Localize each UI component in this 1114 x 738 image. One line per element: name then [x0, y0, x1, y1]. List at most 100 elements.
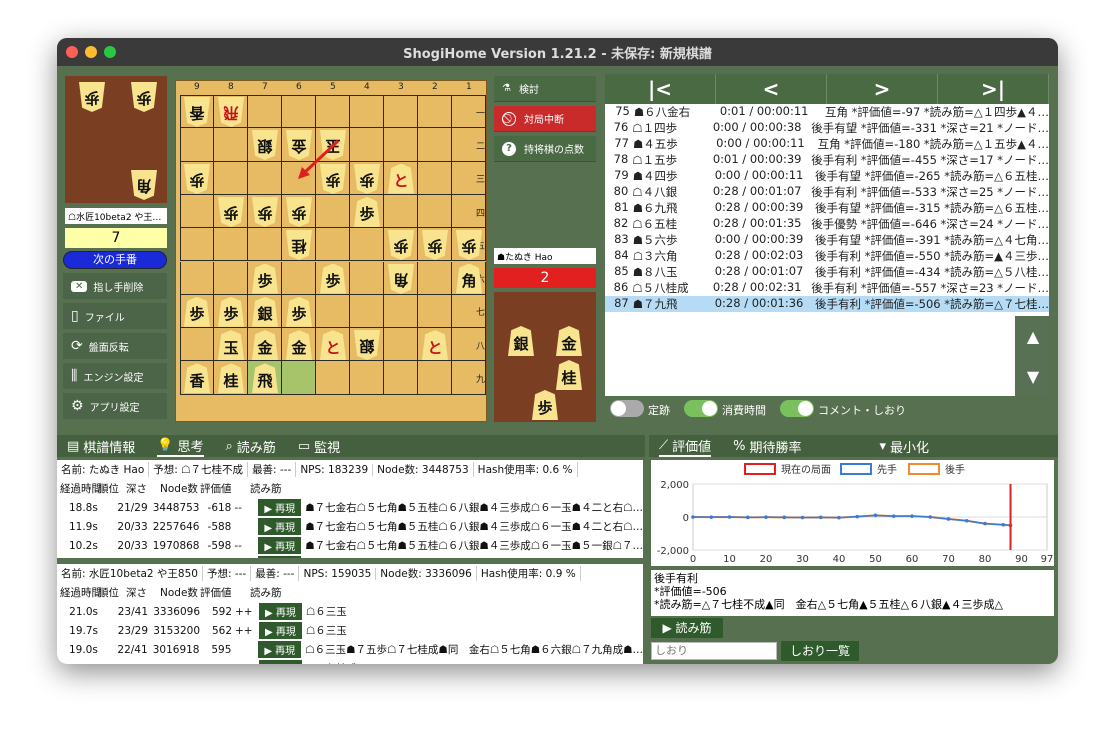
app-settings-button[interactable]: ⚙ アプリ設定: [63, 393, 167, 419]
replay-button[interactable]: ▶ 再現: [258, 537, 302, 554]
engine-cell: 20/33: [117, 520, 148, 533]
time-toggle[interactable]: [684, 400, 718, 417]
record-cell: 0:28 / 00:00:39: [714, 200, 804, 214]
record-row[interactable]: 76 ☖１四歩 0:00 / 00:00:38 後手有望 *評価値=-331 *深さ=…: [605, 120, 1049, 136]
scroll-down-button[interactable]: ▼: [1017, 358, 1049, 396]
record-cell: 互角 *評価値=-180 *読み筋=△１五歩▲４…: [817, 137, 1049, 151]
last-move-button[interactable]: >|: [938, 74, 1049, 104]
prev-move-button[interactable]: <: [716, 74, 827, 104]
tab-thinking[interactable]: 💡 思考: [157, 435, 204, 457]
close-window-button[interactable]: [66, 46, 78, 58]
comment-toggle-label: コメント・しおり: [818, 404, 906, 417]
replay-button[interactable]: ▶ 再現: [258, 499, 302, 516]
flip-board-button[interactable]: ⟳ 盤面反転: [63, 333, 167, 359]
record-row[interactable]: 79 ☗４四歩 0:00 / 00:00:11 後手有望 *評価値=-265 *読み筋…: [605, 168, 1049, 184]
replay-button[interactable]: ▶ 再現: [259, 622, 302, 639]
x-tick-label: 20: [760, 554, 773, 565]
record-row[interactable]: 81 ☗６九飛 0:28 / 00:00:39 後手有望 *評価値=-315 *読み筋…: [605, 200, 1049, 216]
replay-button[interactable]: ▶ 再現: [258, 518, 302, 535]
tab-label: 棋譜情報: [83, 440, 136, 456]
engine-pv-row: 11.9s 20/33 2257646 -588 ▶ 再現 ☗７七金右☖５七角☗５五桂☖６…: [57, 517, 643, 536]
record-row[interactable]: 87 ☗７九飛 0:28 / 00:01:36 後手有利 *評価値=-506 *読み筋…: [605, 296, 1049, 312]
record-row[interactable]: 84 ☖３六角 0:28 / 00:02:03 後手有利 *評価値=-550 *読み筋…: [605, 248, 1049, 264]
hand-piece[interactable]: 歩: [79, 82, 105, 112]
hand-piece[interactable]: 銀: [508, 326, 534, 356]
zoom-window-button[interactable]: [104, 46, 116, 58]
hand-piece[interactable]: 歩: [131, 82, 157, 112]
record-cell: 後手有利 *評価値=-557 *深さ=23 *ノード…: [811, 281, 1049, 295]
delete-icon: ✕: [71, 280, 88, 292]
minimize-button[interactable]: ▾ 最小化: [880, 435, 930, 457]
bookmark-list-button[interactable]: しおり一覧: [781, 641, 859, 661]
record-cell: 83: [614, 232, 629, 246]
shogi-board[interactable]: 987654321一二三四五六七八九香飛銀金玉歩歩歩と歩歩歩歩桂歩歩歩歩歩角角歩…: [175, 80, 487, 422]
impasse-points-button[interactable]: ? 持将棋の点数: [494, 136, 596, 162]
engine-settings-button[interactable]: ⫼ エンジン設定: [63, 363, 167, 389]
tab-monitor[interactable]: ▭ 監視: [298, 435, 340, 457]
record-row[interactable]: 78 ☖１五歩 0:01 / 00:00:39 後手有利 *評価値=-455 *深さ=…: [605, 152, 1049, 168]
pv-button[interactable]: ▶ 読み筋: [651, 618, 723, 638]
hand-piece[interactable]: 角: [131, 170, 157, 200]
replay-button[interactable]: ▶ 再現: [258, 556, 302, 558]
replay-button[interactable]: ▶ 再現: [259, 603, 302, 620]
tab-pv[interactable]: ⌕ 読み筋: [226, 435, 276, 457]
next-move-button[interactable]: >: [827, 74, 938, 104]
sente-clock: 2: [494, 268, 596, 288]
engine-info-item: 名前: たぬき Hao: [57, 462, 150, 477]
engine-cell: 595: [211, 643, 232, 656]
legend-label: 先手: [877, 463, 897, 476]
replay-button[interactable]: ▶ 再現: [259, 660, 302, 664]
tab-win-rate[interactable]: % 期待勝率: [733, 435, 801, 457]
gote-hand: 歩 歩 角: [65, 76, 167, 203]
engine-info-item: Hash使用率: 0.9 %: [477, 566, 581, 581]
engine-cell: 21/29: [117, 501, 148, 514]
record-cell: 互角 *評価値=-97 *読み筋=△１四歩▲４…: [824, 105, 1049, 119]
y-tick-label: -2,000: [657, 546, 689, 557]
engine-header-cell: 読み筋: [250, 483, 282, 495]
data-point: [1001, 522, 1006, 527]
first-icon: |<: [647, 77, 673, 101]
x-tick-label: 60: [906, 554, 919, 565]
engine-info-item: 名前: 水匠10beta2 や王850: [57, 566, 203, 581]
record-row[interactable]: 80 ☖４八銀 0:28 / 00:01:07 後手有利 *評価値=-533 *深さ=…: [605, 184, 1049, 200]
pv-text: ☖６三玉☗７五歩☖７七桂成☗同 金右☖５七角☗６六銀☖７九角成☗…: [305, 644, 643, 656]
hand-piece[interactable]: 金: [556, 326, 582, 356]
minimize-window-button[interactable]: [85, 46, 97, 58]
analyze-label: 検討: [518, 85, 539, 96]
tab-record-info[interactable]: ▤ 棋譜情報: [67, 435, 135, 457]
record-list[interactable]: 75 ☗６八金右 0:01 / 00:00:11 互角 *評価値=-97 *読み筋=△…: [605, 104, 1049, 316]
comment-toggle[interactable]: [780, 400, 814, 417]
stop-game-button[interactable]: ⃠ 対局中断: [494, 106, 596, 132]
record-cell: 後手有利 *評価値=-434 *読み筋=△５八桂…: [814, 265, 1049, 279]
engine-header: 経過時間 順位 深さ Node数 評価値 読み筋: [57, 583, 643, 602]
tab-evaluation[interactable]: ⟋ 評価値: [659, 435, 712, 457]
book-toggle-label: 定跡: [648, 404, 670, 417]
scroll-up-button[interactable]: ▲: [1017, 318, 1049, 356]
record-row[interactable]: 77 ☗４五歩 0:00 / 00:00:11 互角 *評価値=-180 *読み筋=△…: [605, 136, 1049, 152]
record-cell: 0:28 / 00:02:03: [714, 248, 804, 262]
record-row[interactable]: 75 ☗６八金右 0:01 / 00:00:11 互角 *評価値=-97 *読み筋=△…: [605, 104, 1049, 120]
bookmark-input[interactable]: [651, 642, 777, 660]
book-toggle[interactable]: [610, 400, 644, 417]
file-button[interactable]: ▯ ファイル: [63, 303, 167, 329]
analyze-button[interactable]: ⚗ 検討: [494, 76, 596, 102]
record-row[interactable]: 86 ☖５八桂成 0:28 / 00:02:31 後手有利 *評価値=-557 *深さ…: [605, 280, 1049, 296]
tab-label: 評価値: [672, 439, 712, 455]
last-icon: >|: [980, 77, 1006, 101]
engine-header-cell: 深さ: [126, 587, 147, 599]
record-row[interactable]: 83 ☗５六歩 0:00 / 00:00:39 後手有望 *評価値=-391 *読み筋…: [605, 232, 1049, 248]
hand-piece[interactable]: 歩: [532, 390, 558, 420]
record-cell: ☖５八桂成: [632, 281, 689, 295]
tab-label: 監視: [314, 440, 341, 456]
record-row[interactable]: 82 ☖６五桂 0:28 / 00:01:35 後手優勢 *評価値=-646 *深さ=…: [605, 216, 1049, 232]
replay-button[interactable]: ▶ 再現: [258, 641, 302, 658]
comment-box[interactable]: 後手有利 *評価値=-506 *読み筋=△７七桂不成▲同 金右△５七角▲５五桂△…: [651, 570, 1054, 616]
engine-header: 経過時間 順位 深さ Node数 評価値 読み筋: [57, 479, 643, 498]
record-cell: 後手有望 *評価値=-315 *読み筋=△６五桂…: [814, 201, 1049, 215]
record-row[interactable]: 85 ☗８八玉 0:28 / 00:01:07 後手有利 *評価値=-434 *読み筋…: [605, 264, 1049, 280]
engine-cell: 18.8s: [68, 501, 98, 514]
data-point: [855, 514, 860, 519]
delete-move-button[interactable]: ✕ 指し手削除: [63, 273, 167, 299]
first-move-button[interactable]: |<: [605, 74, 716, 104]
hand-piece[interactable]: 桂: [556, 360, 582, 390]
